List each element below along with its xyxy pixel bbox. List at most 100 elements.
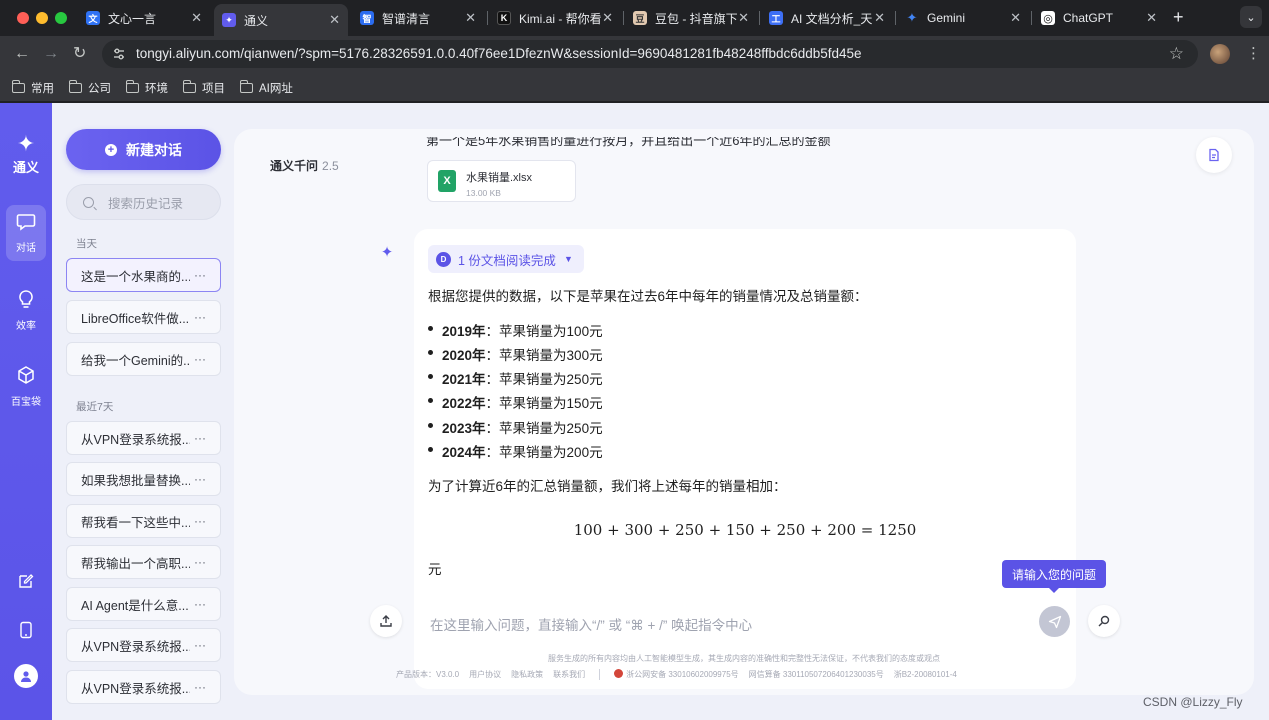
previous-user-message: 第一个是5年水果销售的量进行按月，并且给出一个近6年的汇总的金额 — [426, 137, 886, 149]
rail-item-efficiency[interactable]: 效率 — [6, 281, 46, 337]
rail-item-toolbox[interactable]: 百宝袋 — [6, 357, 46, 413]
browser-tab[interactable]: K Kimi.ai - 帮你看 ✕ — [489, 5, 621, 31]
browser-tab[interactable]: ◎ ChatGPT ✕ — [1033, 5, 1165, 31]
document-panel-icon[interactable] — [1196, 137, 1232, 173]
profile-avatar[interactable] — [1210, 44, 1230, 64]
history-item[interactable]: LibreOffice软件做.... ··· — [66, 300, 221, 334]
forward-arrow-icon[interactable]: → — [43, 45, 59, 63]
more-options-icon[interactable]: ··· — [194, 638, 206, 652]
file-name: 水果销量.xlsx — [466, 172, 532, 184]
new-tab-plus-icon[interactable]: + — [1173, 8, 1184, 26]
user-agreement-link[interactable]: 用户协议 — [469, 669, 501, 680]
bookmark-star-icon[interactable]: ☆ — [1169, 44, 1184, 64]
history-item[interactable]: AI Agent是什么意... ··· — [66, 587, 221, 621]
question-input[interactable]: 在这里输入问题，直接输入“/” 或 “⌘ + /” 唤起指令中心 — [414, 601, 1076, 642]
tab-favicon-icon: 豆 — [633, 11, 647, 25]
excel-file-icon: X — [438, 170, 456, 192]
history-item[interactable]: 给我一个Gemini的... ··· — [66, 342, 221, 376]
more-options-icon[interactable]: ··· — [194, 597, 206, 611]
back-arrow-icon[interactable]: ← — [14, 45, 30, 63]
tongyi-assistant-icon: ✦ — [380, 244, 394, 261]
tab-close-icon[interactable]: ✕ — [191, 10, 202, 26]
brand-logo[interactable]: ✦ 通义 — [10, 133, 42, 176]
folder-icon — [239, 80, 253, 93]
mobile-device-icon[interactable] — [16, 621, 36, 644]
upload-icon[interactable] — [370, 605, 402, 637]
tab-favicon-icon: 智 — [360, 11, 374, 25]
history-item[interactable]: 帮我看一下这些中... ··· — [66, 504, 221, 538]
tab-close-icon[interactable]: ✕ — [874, 10, 885, 26]
history-item-selected[interactable]: 这是一个水果商的... ··· — [66, 258, 221, 292]
folder-icon — [11, 80, 25, 93]
privacy-policy-link[interactable]: 隐私政策 — [511, 669, 543, 680]
more-options-icon[interactable]: ··· — [194, 472, 206, 486]
browser-menu-icon[interactable]: ⋮ — [1246, 44, 1261, 62]
rail-item-chat[interactable]: 对话 — [6, 205, 46, 261]
more-options-icon[interactable]: ··· — [194, 514, 206, 528]
contact-us-link[interactable]: 联系我们 — [553, 669, 585, 680]
new-chat-button[interactable]: + 新建对话 — [66, 129, 221, 170]
algorithm-record-link[interactable]: 网信算备 330110507206401230035号 — [749, 669, 884, 680]
tab-close-icon[interactable]: ✕ — [1010, 10, 1021, 26]
tab-close-icon[interactable]: ✕ — [329, 12, 340, 28]
minimize-window-button[interactable] — [36, 12, 48, 24]
model-name: 通义千问 — [270, 159, 319, 173]
bookmark-label: 常用 — [31, 83, 54, 95]
bookmark-folder[interactable]: 常用 — [11, 80, 54, 96]
tab-favicon-icon: 文 — [86, 11, 100, 25]
more-options-icon[interactable]: ··· — [194, 680, 206, 694]
police-record[interactable]: 浙公网安备 33010602009975号 — [614, 669, 739, 680]
history-item[interactable]: 帮我输出一个高职... ··· — [66, 545, 221, 579]
bookmark-folder[interactable]: 环境 — [125, 80, 168, 96]
icp-license-link[interactable]: 浙B2-20080101-4 — [894, 669, 957, 680]
address-bar[interactable]: tongyi.aliyun.com/qianwen/?spm=5176.2832… — [102, 40, 1198, 68]
sum-formula: 100 + 300 + 250 + 150 + 250 + 200 = 1250 — [573, 521, 917, 539]
documents-read-toggle[interactable]: D 1 份文档阅读完成 ▼ — [428, 245, 584, 273]
reload-icon[interactable]: ↻ — [73, 45, 86, 63]
tab-favicon-icon: K — [497, 11, 511, 25]
bookmark-folder[interactable]: AI网址 — [239, 80, 293, 96]
tab-close-icon[interactable]: ✕ — [602, 10, 613, 26]
history-item[interactable]: 从VPN登录系统报... ··· — [66, 628, 221, 662]
sales-text: ：苹果销量为200元 — [485, 445, 603, 460]
browser-tab-active[interactable]: ✦ 通义 ✕ — [214, 4, 348, 36]
bookmark-folder[interactable]: 项目 — [182, 80, 225, 96]
send-button[interactable] — [1039, 606, 1070, 637]
previous-user-message-text: 第一个是5年水果销售的量进行按月，并且给出一个近6年的汇总的金额 — [426, 137, 831, 148]
tab-close-icon[interactable]: ✕ — [1146, 10, 1157, 26]
more-options-icon[interactable]: ··· — [194, 555, 206, 569]
year-label: 2021年 — [442, 372, 486, 387]
history-item-title: 如果我想批量替换... — [81, 473, 190, 488]
browser-tab[interactable]: ✦ Gemini ✕ — [897, 5, 1029, 31]
browser-tab[interactable]: 工 AI 文档分析_天 ✕ — [761, 5, 893, 31]
cube-icon — [6, 357, 46, 389]
more-options-icon[interactable]: ··· — [194, 310, 206, 324]
history-search-input[interactable]: 搜索历史记录 — [66, 184, 221, 220]
bookmark-label: 环境 — [145, 83, 168, 95]
edit-note-icon[interactable] — [16, 573, 36, 594]
close-window-button[interactable] — [17, 12, 29, 24]
smart-search-icon[interactable] — [1088, 605, 1120, 637]
browser-tab[interactable]: 文 文心一言 ✕ — [78, 5, 210, 31]
more-options-icon[interactable]: ··· — [194, 268, 206, 282]
more-options-icon[interactable]: ··· — [194, 431, 206, 445]
attached-file-card[interactable]: X 水果销量.xlsx 13.00 KB — [427, 160, 576, 202]
user-avatar-icon[interactable] — [14, 664, 38, 688]
tab-search-chevron-icon[interactable]: ⌄ — [1240, 6, 1262, 28]
tab-close-icon[interactable]: ✕ — [465, 10, 476, 26]
history-item[interactable]: 如果我想批量替换... ··· — [66, 462, 221, 496]
file-size: 13.00 KB — [466, 188, 501, 198]
bookmark-folder[interactable]: 公司 — [68, 80, 111, 96]
browser-tab[interactable]: 智 智谱清言 ✕ — [352, 5, 484, 31]
history-item-title: 从VPN登录系统报... — [81, 681, 190, 696]
history-item[interactable]: 从VPN登录系统报... ··· — [66, 421, 221, 455]
site-settings-icon[interactable] — [112, 47, 126, 61]
tab-divider — [487, 11, 488, 25]
zoom-window-button[interactable] — [55, 12, 67, 24]
tab-close-icon[interactable]: ✕ — [738, 10, 749, 26]
site-footer: 产品版本：V3.0.0 用户协议 隐私政策 联系我们 浙公网安备 3301060… — [396, 669, 957, 680]
police-badge-icon — [614, 669, 624, 678]
more-options-icon[interactable]: ··· — [194, 352, 206, 366]
browser-tab[interactable]: 豆 豆包 - 抖音旗下 ✕ — [625, 5, 757, 31]
history-item[interactable]: 从VPN登录系统报... ··· — [66, 670, 221, 704]
